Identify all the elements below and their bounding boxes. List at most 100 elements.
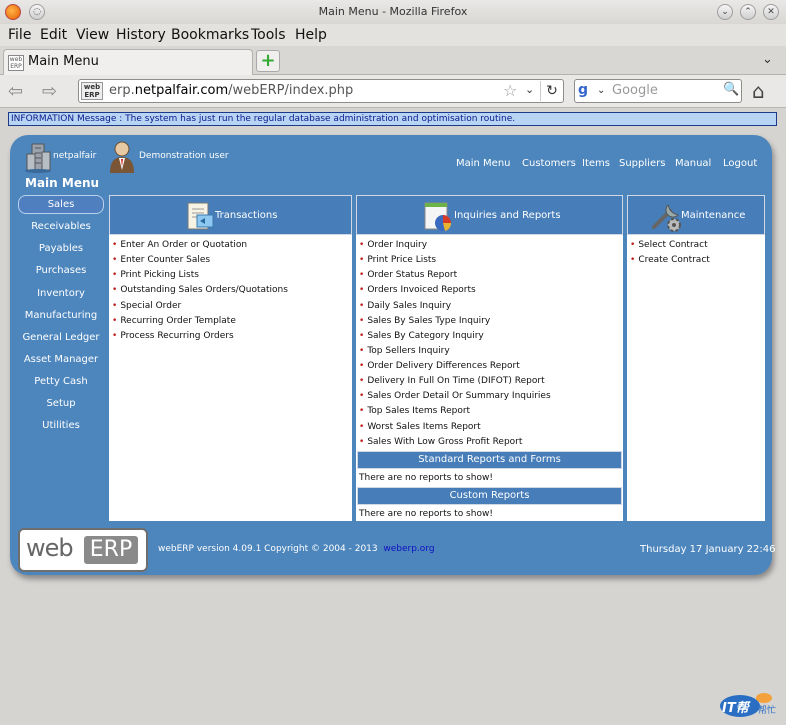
menu-link-daily-sales[interactable]: • Daily Sales Inquiry (359, 301, 451, 311)
search-engine-dropdown-icon[interactable]: ⌄ (597, 85, 605, 96)
url-text[interactable]: erp.netpalfair.com/webERP/index.php (109, 83, 353, 98)
forward-icon[interactable]: ⇨ (42, 81, 57, 102)
menu-view[interactable]: View (76, 27, 109, 43)
menu-link-picking-lists[interactable]: • Print Picking Lists (112, 270, 199, 280)
menu-link-order-detail[interactable]: • Sales Order Detail Or Summary Inquiries (359, 391, 551, 401)
maintenance-title: Maintenance (681, 210, 746, 221)
nav-link-manual[interactable]: Manual (675, 158, 711, 169)
sidebar-item-manufacturing[interactable]: Manufacturing (17, 307, 105, 325)
menu-link-sales-by-category[interactable]: • Sales By Category Inquiry (359, 331, 484, 341)
search-binoculars-icon[interactable]: 🔍 (723, 82, 739, 97)
menu-link-order-status[interactable]: • Order Status Report (359, 270, 457, 280)
menu-edit[interactable]: Edit (40, 27, 67, 43)
window-titlebar: ◌ Main Menu - Mozilla Firefox ⌄ ⌃ ✕ (0, 0, 786, 25)
nav-link-main-menu[interactable]: Main Menu (456, 158, 511, 169)
weberp-link[interactable]: weberp.org (383, 544, 434, 554)
close-icon[interactable]: ✕ (763, 4, 779, 20)
user-avatar-icon (110, 141, 134, 173)
sidebar-item-utilities[interactable]: Utilities (17, 417, 105, 435)
menu-link-price-lists[interactable]: • Print Price Lists (359, 255, 436, 265)
company-building-icon (25, 143, 51, 173)
reload-icon[interactable]: ↻ (540, 81, 563, 101)
site-identity-icon[interactable]: web ERP (81, 82, 103, 100)
nav-link-customers[interactable]: Customers (522, 158, 576, 169)
url-bar[interactable]: web ERP erp.netpalfair.com/webERP/index.… (78, 79, 564, 103)
nav-link-suppliers[interactable]: Suppliers (619, 158, 665, 169)
menu-link-recurring-template[interactable]: • Recurring Order Template (112, 316, 236, 326)
menu-link-worst-sales-items[interactable]: • Worst Sales Items Report (359, 422, 481, 432)
menu-link-counter-sales[interactable]: • Enter Counter Sales (112, 255, 210, 265)
menu-history[interactable]: History (116, 27, 166, 43)
menu-link-process-recurring[interactable]: • Process Recurring Orders (112, 331, 234, 341)
sidebar-item-payables[interactable]: Payables (17, 240, 105, 258)
sidebar-item-receivables[interactable]: Receivables (17, 218, 105, 236)
page-title: Main Menu (25, 176, 100, 190)
sidebar-item-petty-cash[interactable]: Petty Cash (17, 373, 105, 391)
sidebar-item-inventory[interactable]: Inventory (17, 285, 105, 303)
weberp-logo[interactable]: web ERP (18, 528, 148, 572)
menu-link-difot[interactable]: • Delivery In Full On Time (DIFOT) Report (359, 376, 545, 386)
menu-tools[interactable]: Tools (251, 27, 286, 43)
search-input[interactable]: Google (612, 83, 658, 98)
menu-link-select-contract[interactable]: • Select Contract (630, 240, 708, 250)
custom-reports-header: Custom Reports (357, 487, 622, 505)
maximize-icon[interactable]: ⌃ (740, 4, 756, 20)
menu-file[interactable]: File (8, 27, 31, 43)
standard-reports-empty-note: There are no reports to show! (359, 473, 493, 483)
menu-link-sales-by-type[interactable]: • Sales By Sales Type Inquiry (359, 316, 490, 326)
menu-link-top-sellers[interactable]: • Top Sellers Inquiry (359, 346, 450, 356)
menubar: File Edit View History Bookmarks Tools H… (0, 24, 786, 46)
sidebar-item-purchases[interactable]: Purchases (17, 262, 105, 280)
menu-link-create-contract[interactable]: • Create Contract (630, 255, 710, 265)
user-name: Demonstration user (139, 151, 229, 161)
menu-link-enter-order[interactable]: • Enter An Order or Quotation (112, 240, 247, 250)
watermark-subtext: 帮忙 (758, 706, 777, 716)
company-name: netpalfair (53, 151, 97, 161)
menu-link-orders-invoiced[interactable]: • Orders Invoiced Reports (359, 285, 476, 295)
inquiries-chart-icon (424, 202, 452, 231)
home-icon[interactable]: ⌂ (752, 79, 765, 103)
menu-link-outstanding-orders[interactable]: • Outstanding Sales Orders/Quotations (112, 285, 288, 295)
menu-link-order-inquiry[interactable]: • Order Inquiry (359, 240, 427, 250)
sidebar-item-asset-manager[interactable]: Asset Manager (17, 351, 105, 369)
menu-link-delivery-differences[interactable]: • Order Delivery Differences Report (359, 361, 520, 371)
back-icon[interactable]: ⇦ (8, 81, 23, 102)
google-icon[interactable]: g (578, 82, 588, 98)
chevron-down-icon[interactable]: ⌄ (717, 4, 733, 20)
search-bar[interactable]: g ⌄ Google 🔍 (574, 79, 742, 103)
custom-reports-empty-note: There are no reports to show! (359, 509, 493, 519)
new-tab-button[interactable]: + (256, 50, 280, 72)
tab-main-menu[interactable]: web ERP Main Menu (3, 49, 253, 75)
copyright-text: webERP version 4.09.1 Copyright © 2004 -… (158, 544, 435, 554)
maintenance-tools-icon (652, 204, 681, 232)
nav-link-items[interactable]: Items (582, 158, 610, 169)
tab-bar: web ERP Main Menu (0, 46, 786, 75)
logo-web-text: web (26, 534, 74, 562)
watermark-text: IT帮 (722, 701, 749, 716)
menu-link-low-gross-profit[interactable]: • Sales With Low Gross Profit Report (359, 437, 522, 447)
nav-link-logout[interactable]: Logout (723, 158, 757, 169)
site-favicon-icon: web ERP (8, 55, 24, 71)
inquiries-title: Inquiries and Reports (454, 210, 561, 221)
bookmark-star-icon[interactable]: ☆ (503, 81, 517, 100)
transactions-icon (187, 202, 214, 230)
sidebar-item-sales[interactable]: Sales (18, 195, 104, 214)
current-datetime: Thursday 17 January 22:46 (640, 544, 776, 555)
sidebar-item-setup[interactable]: Setup (17, 395, 105, 413)
url-history-dropdown-icon[interactable]: ⌄ (525, 83, 534, 96)
sidebar-item-general-ledger[interactable]: General Ledger (17, 329, 105, 347)
transactions-header: Transactions (109, 195, 352, 235)
window-title: Main Menu - Mozilla Firefox (318, 5, 468, 18)
inquiries-header: Inquiries and Reports (356, 195, 623, 235)
transactions-title: Transactions (215, 210, 278, 221)
navigation-toolbar: ⇦ ⇨ web ERP erp.netpalfair.com/webERP/in… (0, 75, 786, 108)
maintenance-header: Maintenance (627, 195, 765, 235)
watermark-logo: IT帮 帮忙 (718, 690, 780, 720)
menu-bookmarks[interactable]: Bookmarks (171, 27, 249, 43)
tab-label: Main Menu (28, 54, 99, 69)
tab-list-chevron-icon[interactable]: ⌄ (762, 52, 773, 67)
menu-help[interactable]: Help (295, 27, 327, 43)
menu-link-special-order[interactable]: • Special Order (112, 301, 181, 311)
logo-erp-text: ERP (84, 536, 138, 564)
menu-link-top-sales-items[interactable]: • Top Sales Items Report (359, 406, 470, 416)
